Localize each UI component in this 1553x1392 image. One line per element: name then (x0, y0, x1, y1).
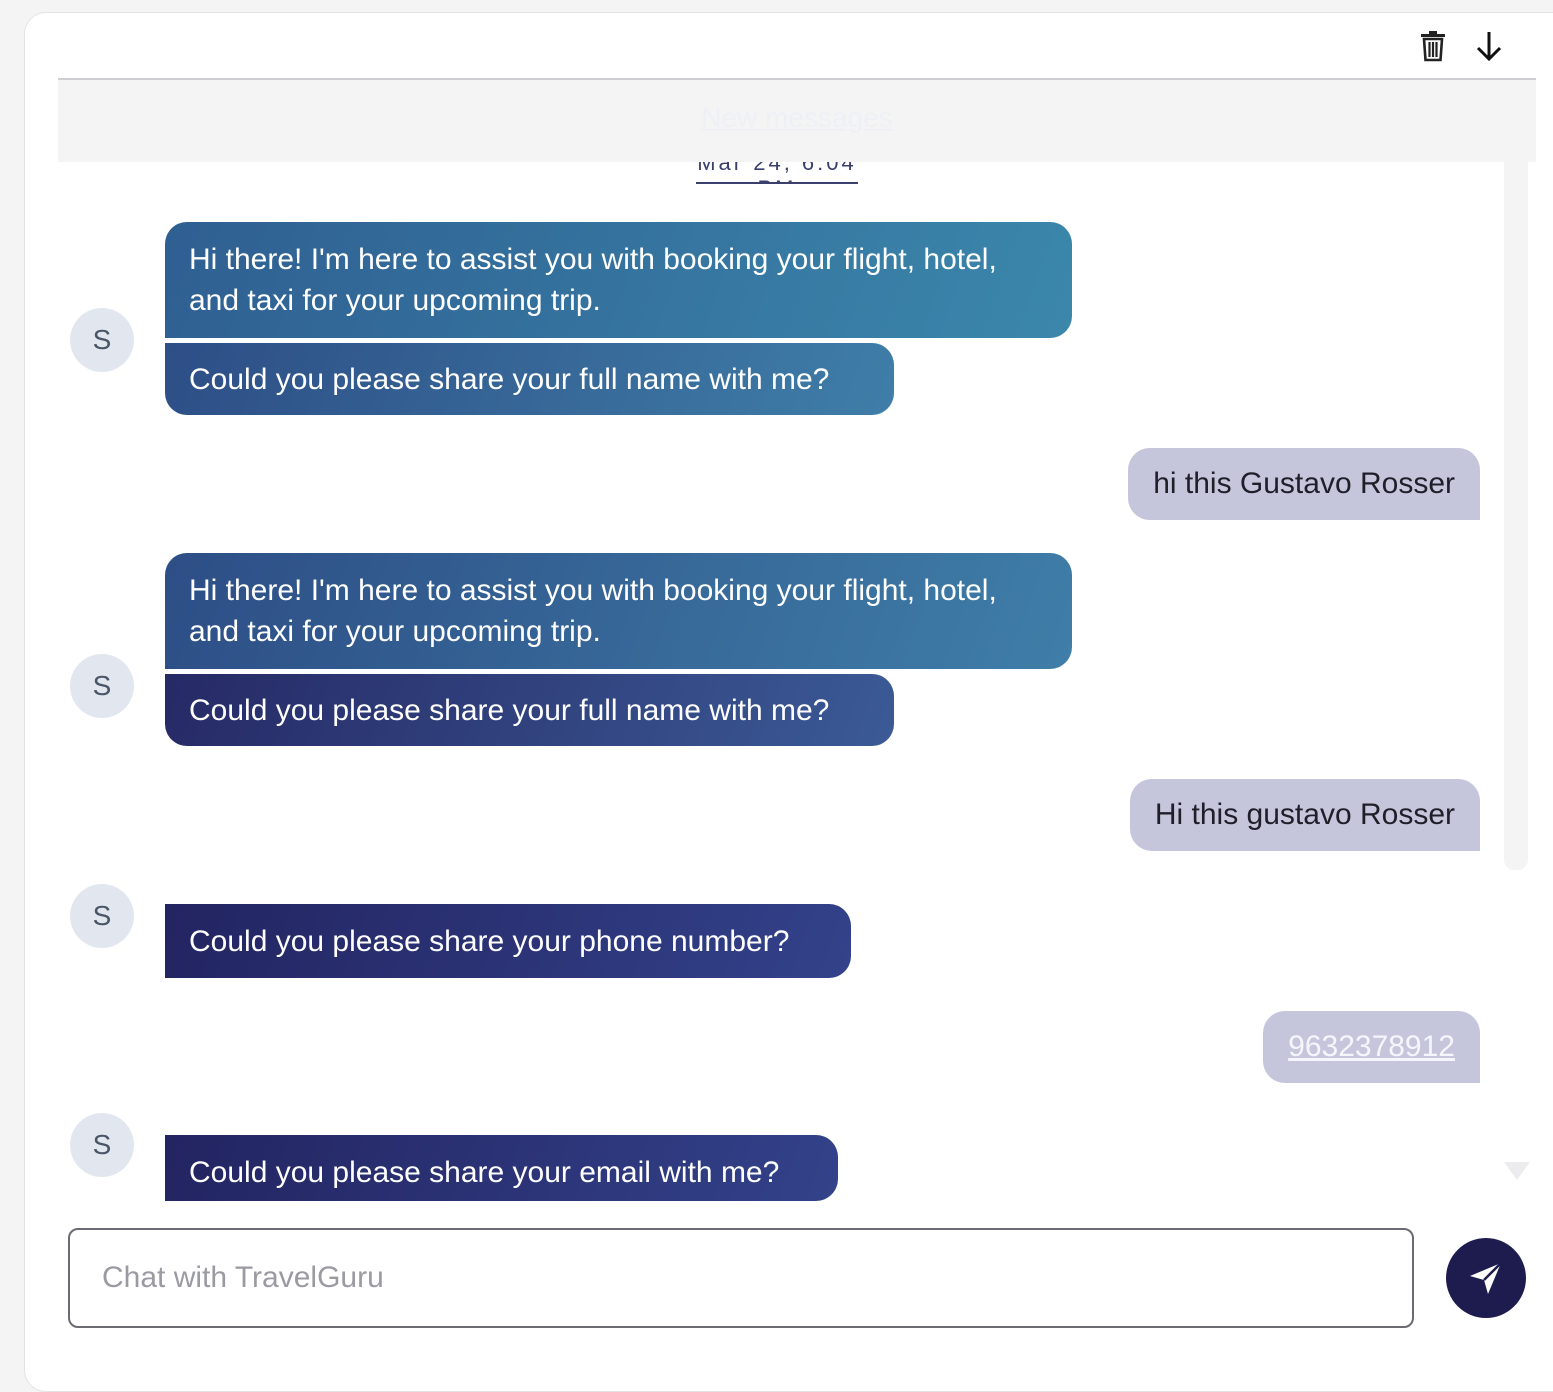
bot-avatar: S (70, 1113, 134, 1177)
send-icon (1470, 1262, 1502, 1294)
user-message: hi this Gustavo Rosser (1128, 448, 1480, 520)
scroll-down-arrow[interactable] (1504, 1162, 1530, 1180)
send-button[interactable] (1446, 1238, 1526, 1318)
bot-message: Could you please share your email with m… (165, 1135, 838, 1201)
bot-avatar: S (70, 308, 134, 372)
date-separator-text: Mar 24, 6:04 PM (697, 160, 857, 182)
bot-message: Could you please share your phone number… (165, 904, 851, 978)
bot-avatar: S (70, 884, 134, 948)
user-message: 9632378912 (1263, 1011, 1480, 1083)
arrow-down-icon[interactable] (1469, 26, 1509, 66)
scrollbar-track[interactable] (1504, 162, 1528, 870)
bot-message: Could you please share your full name wi… (165, 343, 894, 415)
bot-message: Hi there! I'm here to assist you with bo… (165, 222, 1072, 338)
bot-message: Could you please share your full name wi… (165, 674, 894, 746)
bot-message: Hi there! I'm here to assist you with bo… (165, 553, 1072, 669)
user-message: Hi this gustavo Rosser (1129, 779, 1480, 851)
new-messages-link[interactable]: New messages (701, 102, 892, 134)
trash-icon[interactable] (1413, 26, 1453, 66)
bot-avatar: S (70, 654, 134, 718)
chat-input[interactable] (68, 1228, 1414, 1328)
phone-number-link[interactable]: 9632378912 (1288, 1030, 1455, 1064)
date-separator: Mar 24, 6:04 PM (696, 160, 858, 184)
new-messages-banner: New messages (58, 80, 1536, 162)
